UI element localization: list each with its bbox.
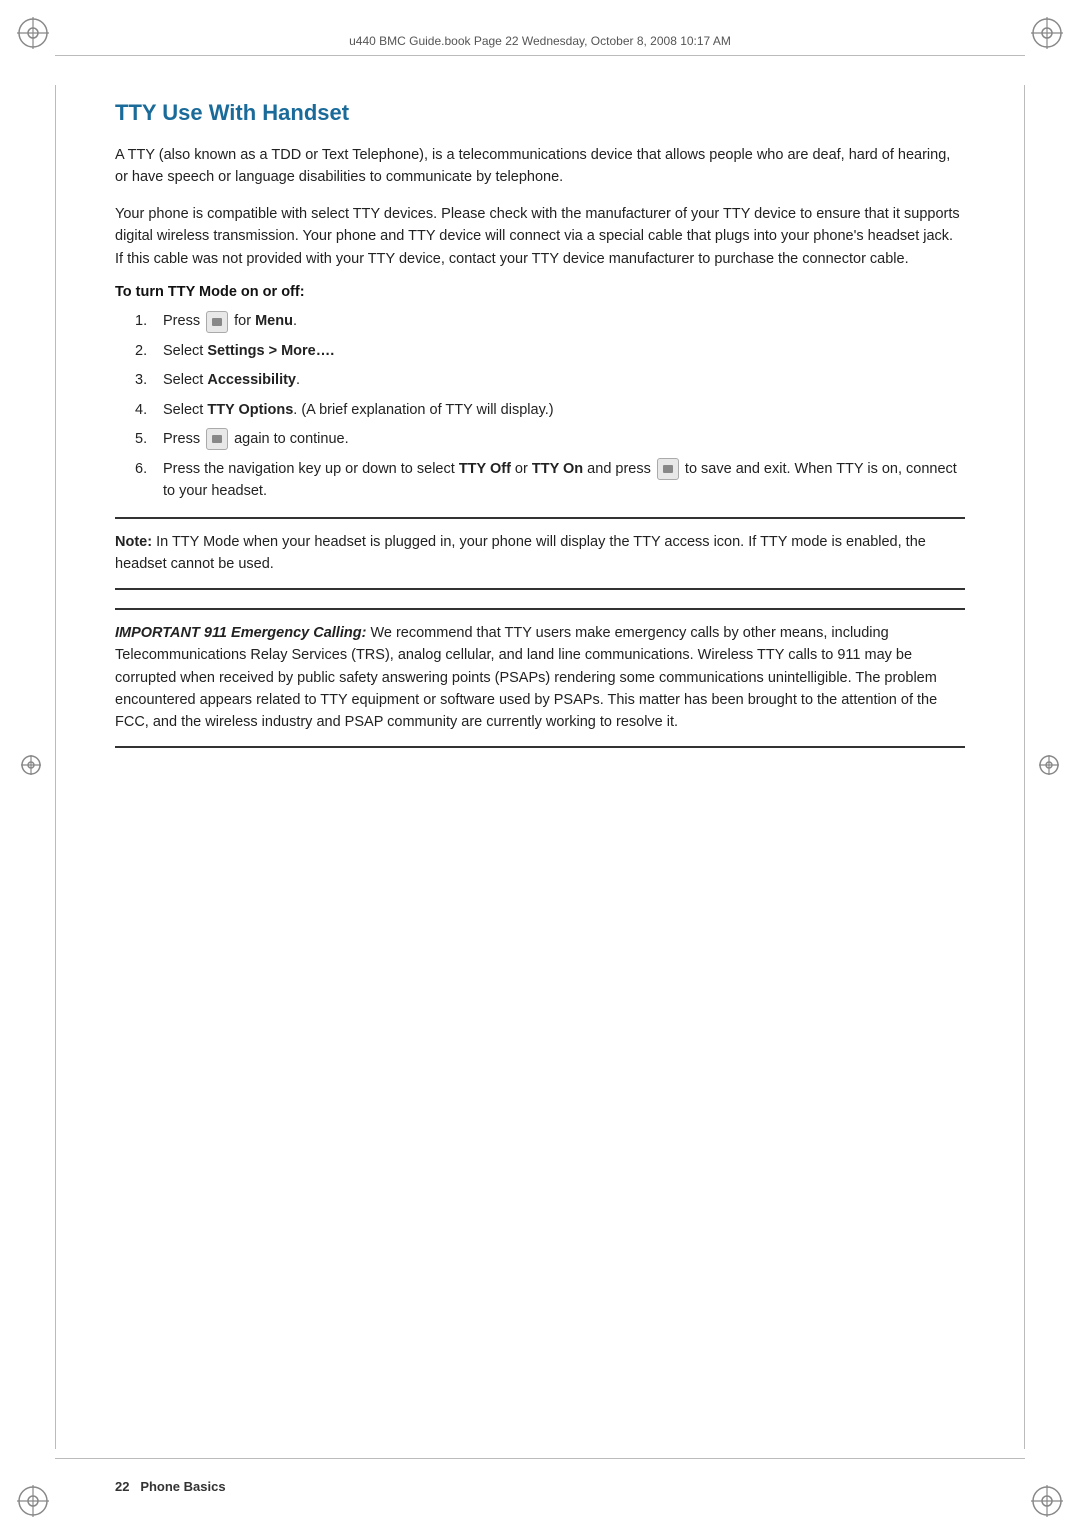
step-1-num: 1.	[135, 310, 155, 332]
header-text: u440 BMC Guide.book Page 22 Wednesday, O…	[349, 34, 731, 48]
continue-button-icon	[206, 428, 228, 450]
reg-mark-bottom-left	[15, 1483, 51, 1519]
step-5-text: Press again to continue.	[163, 428, 965, 450]
main-content: TTY Use With Handset A TTY (also known a…	[115, 100, 965, 1414]
step-6-num: 6.	[135, 458, 155, 480]
reg-mark-top-left	[15, 15, 51, 51]
reg-mark-bottom-right	[1029, 1483, 1065, 1519]
section-heading: To turn TTY Mode on or off:	[115, 284, 965, 300]
step-4: 4. Select TTY Options. (A brief explanat…	[135, 399, 965, 421]
step-2-num: 2.	[135, 340, 155, 362]
step-1: 1. Press for Menu.	[135, 310, 965, 332]
important-box: IMPORTANT 911 Emergency Calling: We reco…	[115, 608, 965, 748]
right-vline	[1024, 85, 1025, 1449]
important-label: IMPORTANT 911 Emergency Calling:	[115, 625, 366, 641]
step-5-num: 5.	[135, 428, 155, 450]
left-vline	[55, 85, 56, 1449]
step-6: 6. Press the navigation key up or down t…	[135, 458, 965, 503]
reg-mark-top-right	[1029, 15, 1065, 51]
note-box: Note: In TTY Mode when your headset is p…	[115, 517, 965, 590]
steps-list: 1. Press for Menu. 2. Select Settings > …	[135, 310, 965, 502]
step-3-text: Select Accessibility.	[163, 369, 965, 391]
step-2-text: Select Settings > More….	[163, 340, 965, 362]
step-3: 3. Select Accessibility.	[135, 369, 965, 391]
header-line	[55, 55, 1025, 56]
step-4-num: 4.	[135, 399, 155, 421]
note-label: Note:	[115, 534, 152, 550]
step-6-text: Press the navigation key up or down to s…	[163, 458, 965, 503]
step-1-text: Press for Menu.	[163, 310, 965, 332]
paragraph-1: A TTY (also known as a TDD or Text Telep…	[115, 144, 965, 189]
save-button-icon	[657, 458, 679, 480]
step-3-num: 3.	[135, 369, 155, 391]
footer-page-num: 22 Phone Basics	[115, 1479, 226, 1494]
footer: 22 Phone Basics	[115, 1479, 965, 1494]
side-mark-left	[20, 754, 42, 780]
footer-line	[55, 1458, 1025, 1459]
side-mark-right	[1038, 754, 1060, 780]
note-text: In TTY Mode when your headset is plugged…	[115, 534, 926, 572]
step-4-text: Select TTY Options. (A brief explanation…	[163, 399, 965, 421]
step-5: 5. Press again to continue.	[135, 428, 965, 450]
menu-button-icon	[206, 311, 228, 333]
page: u440 BMC Guide.book Page 22 Wednesday, O…	[0, 0, 1080, 1534]
page-title: TTY Use With Handset	[115, 100, 965, 126]
paragraph-2: Your phone is compatible with select TTY…	[115, 203, 965, 270]
step-2: 2. Select Settings > More….	[135, 340, 965, 362]
